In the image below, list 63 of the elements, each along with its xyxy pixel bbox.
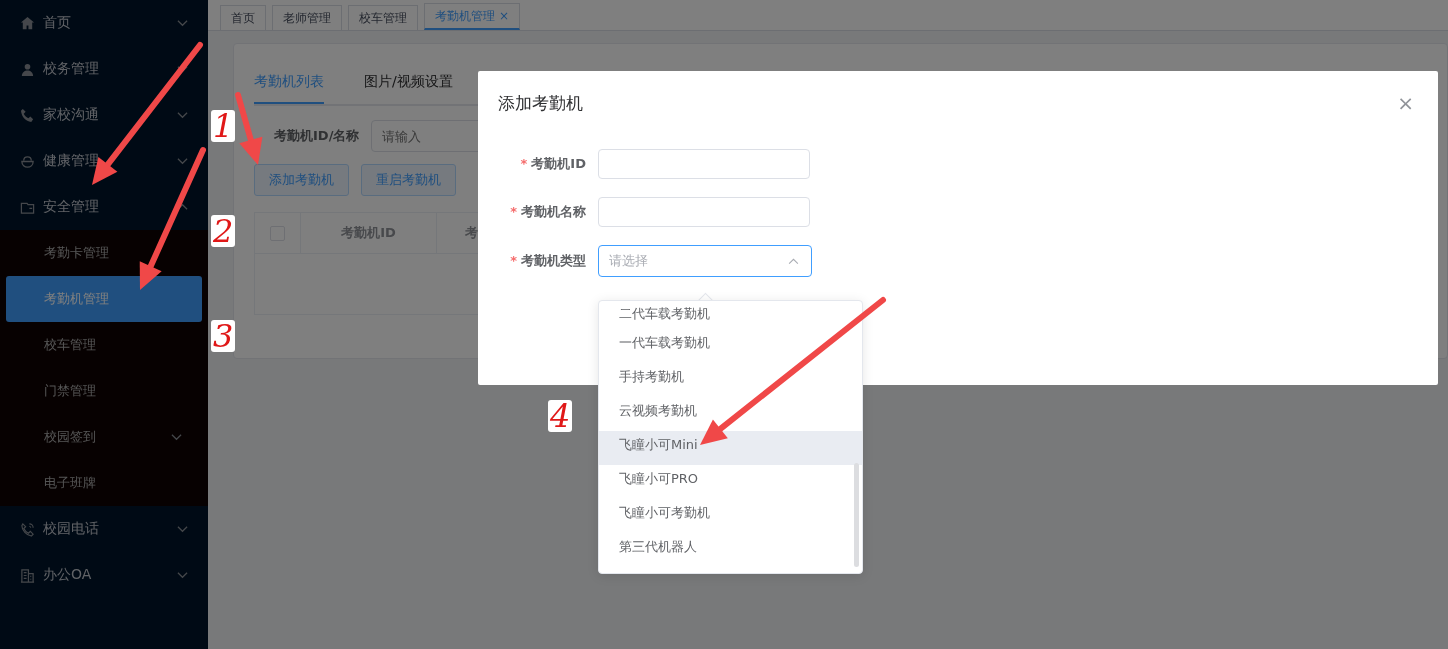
annotation-number: 4 [548,400,573,432]
field-label: * 考勤机ID [519,155,587,173]
menu-label: 办公OA [43,566,93,584]
dropdown-option[interactable]: 一代车载考勤机 [599,329,862,363]
action-button[interactable]: 重启考勤机 [361,164,456,196]
chevron-down-icon [171,433,182,441]
menu-label: 健康管理 [43,152,100,170]
filter-label: 考勤机ID/名称 [274,127,360,145]
dropdown-option[interactable]: 手持考勤机 [599,363,862,397]
chevron-down-icon [177,571,188,579]
chevron-down-icon [177,525,188,533]
chevron-up-icon [788,257,799,265]
submenu-item[interactable]: 考勤机管理 [6,276,202,322]
field-label: * 考勤机名称 [509,203,587,221]
submenu-item[interactable]: 校车管理 [6,322,202,368]
menu-label: 安全管理 [43,198,100,216]
dropdown-option[interactable]: 二代车载考勤机 [599,301,862,329]
chevron-down-icon [177,157,188,165]
page-tab[interactable]: 校车管理 [348,5,418,30]
submenu-item[interactable]: 电子班牌 [6,460,202,506]
bowl-icon [20,153,35,169]
tab[interactable]: 图片/视频设置 [364,68,453,104]
page-tab[interactable]: 老师管理 [272,5,342,30]
home-icon [20,15,35,31]
chevron-down-icon [177,111,188,119]
input-field[interactable] [598,197,810,227]
menu-item[interactable]: 安全管理 [0,184,208,230]
menu-item[interactable]: 校务管理 [0,46,208,92]
submenu-item[interactable]: 校园签到 [6,414,202,460]
field-label: * 考勤机类型 [509,252,587,270]
menu-item[interactable]: 健康管理 [0,138,208,184]
dropdown-option[interactable]: 飞瞳小可Mini [599,431,862,465]
menu-label: 校务管理 [43,60,100,78]
menu-item[interactable]: 家校沟通 [0,92,208,138]
chevron-down-icon [177,19,188,27]
menu-label: 首页 [43,14,72,32]
menu-item[interactable]: 办公OA [0,552,208,598]
dropdown-option[interactable]: 飞瞳小可PRO [599,465,862,499]
dropdown-option[interactable]: 云视频考勤机 [599,397,862,431]
dropdown-option[interactable]: 飞瞳小可考勤机 [599,499,862,533]
call-icon [20,521,35,537]
phone-icon [20,107,35,123]
chevron-up-icon [177,203,188,211]
user-icon [20,61,35,77]
select-field[interactable]: 请选择 [598,245,812,277]
menu-label: 家校沟通 [43,106,100,124]
menu-item[interactable]: 校园电话 [0,506,208,552]
annotation-number: 3 [211,320,236,352]
tab[interactable]: 考勤机列表 [254,68,324,104]
input-field[interactable] [598,149,810,179]
submenu-item[interactable]: 考勤卡管理 [6,230,202,276]
page-tab[interactable]: 考勤机管理 × [424,3,521,30]
menu-item[interactable]: 首页 [0,0,208,46]
menu-label: 校园电话 [43,520,100,538]
dialog-title: 添加考勤机 [498,91,583,115]
annotation-number: 1 [211,110,236,142]
annotation-number: 2 [211,215,236,247]
building-icon [20,567,35,583]
close-button[interactable]: × [1393,91,1418,115]
action-button[interactable]: 添加考勤机 [254,164,349,196]
page-tab[interactable]: 首页 [220,5,266,30]
submenu-item[interactable]: 门禁管理 [6,368,202,414]
dropdown-option[interactable]: 第三代机器人 [599,533,862,567]
